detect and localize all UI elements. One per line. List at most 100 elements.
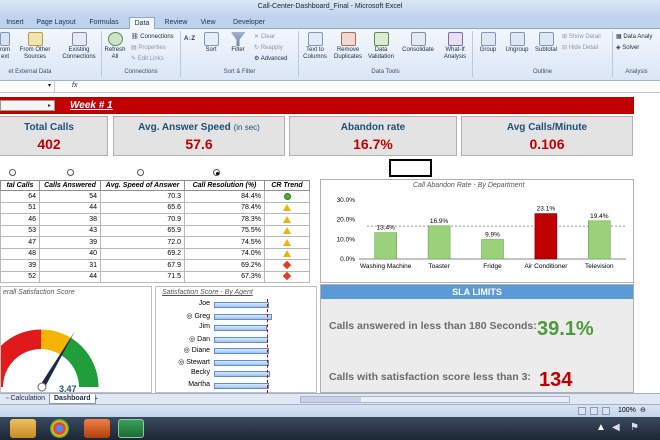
table-cell[interactable]: 71.5: [100, 270, 185, 283]
formula-bar[interactable]: ▾ fx: [0, 81, 660, 93]
media-player-icon[interactable]: [84, 419, 110, 438]
table-cell[interactable]: 43: [39, 224, 101, 237]
insert-function-icon[interactable]: fx: [72, 82, 77, 89]
tab-data[interactable]: Data: [129, 17, 155, 29]
week-dropdown[interactable]: ▸: [0, 100, 55, 111]
connections-button[interactable]: ⛓ Connections: [131, 33, 174, 41]
table-cell[interactable]: 40: [39, 247, 101, 260]
bar[interactable]: [481, 239, 504, 260]
table-cell[interactable]: 53: [0, 224, 40, 237]
radio-icon[interactable]: ◎: [189, 336, 197, 343]
table-cell[interactable]: 48: [0, 247, 40, 260]
advanced-filter-button[interactable]: ⚙ Advanced: [254, 55, 287, 63]
sort-radio-call-resolution[interactable]: [213, 169, 220, 176]
table-cell[interactable]: 84.4%: [184, 190, 265, 203]
radio-icon[interactable]: ◎: [184, 347, 192, 354]
table-cell[interactable]: 65.6: [100, 201, 185, 214]
table-cell[interactable]: 70.3: [100, 190, 185, 203]
sort-button[interactable]: Sort: [201, 32, 221, 54]
sort-radio-speed[interactable]: [137, 169, 144, 176]
bar[interactable]: [427, 225, 451, 260]
table-cell[interactable]: 75.5%: [184, 224, 265, 237]
table-cell[interactable]: 78.4%: [184, 201, 265, 214]
sheet-tab-calculation[interactable]: ▫ Calculation: [2, 394, 49, 404]
trend-cell[interactable]: [264, 201, 310, 214]
tab-view[interactable]: View: [196, 17, 220, 29]
flag-icon[interactable]: ⚑: [630, 422, 642, 434]
group-button[interactable]: Group: [476, 32, 500, 54]
bar[interactable]: [374, 232, 398, 260]
table-cell[interactable]: 78.3%: [184, 213, 265, 226]
trend-cell[interactable]: [264, 247, 310, 260]
normal-view-icon[interactable]: [578, 407, 586, 415]
dropdown-arrow-icon[interactable]: ▸: [48, 102, 51, 109]
selected-cell[interactable]: [389, 159, 432, 177]
table-cell[interactable]: 44: [39, 270, 101, 283]
from-text-button[interactable]: rom ext: [0, 32, 12, 61]
trend-cell[interactable]: [264, 224, 310, 237]
table-cell[interactable]: 38: [39, 213, 101, 226]
zoom-out-icon[interactable]: ⊖: [640, 406, 646, 414]
scrollbar-thumb[interactable]: [301, 397, 361, 402]
show-detail-button[interactable]: ⊞ Show Detail: [562, 33, 601, 41]
table-cell[interactable]: 74.5%: [184, 236, 265, 249]
table-cell[interactable]: 67.3%: [184, 270, 265, 283]
trend-cell[interactable]: [264, 190, 310, 203]
trend-cell[interactable]: [264, 270, 310, 283]
network-icon[interactable]: ▲: [596, 422, 608, 434]
sort-a-z-button[interactable]: A↓Z: [184, 35, 195, 43]
from-other-sources-button[interactable]: From Other Sources: [16, 32, 54, 61]
table-cell[interactable]: 31: [39, 259, 101, 272]
sort-radio-calls-answered[interactable]: [67, 169, 74, 176]
table-cell[interactable]: 46: [0, 213, 40, 226]
page-break-view-icon[interactable]: [602, 407, 610, 415]
trend-cell[interactable]: [264, 236, 310, 249]
page-layout-view-icon[interactable]: [590, 407, 598, 415]
volume-icon[interactable]: ◀: [612, 422, 624, 434]
tab-formulas[interactable]: Formulas: [86, 17, 122, 29]
table-cell[interactable]: 51: [0, 201, 40, 214]
edit-links-button[interactable]: ✎ Edit Links: [131, 55, 164, 63]
file-explorer-icon[interactable]: [10, 419, 36, 438]
refresh-all-button[interactable]: Refresh All: [103, 32, 127, 61]
trend-cell[interactable]: [264, 259, 310, 272]
sheet-tab-dashboard[interactable]: Dashboard: [49, 394, 96, 404]
dropdown-arrow-icon[interactable]: ▾: [48, 82, 51, 89]
tab-developer[interactable]: Developer: [227, 17, 271, 29]
table-cell[interactable]: 54: [39, 190, 101, 203]
ungroup-button[interactable]: Ungroup: [502, 32, 532, 54]
table-cell[interactable]: 65.9: [100, 224, 185, 237]
name-box[interactable]: ▾: [0, 81, 55, 92]
chrome-icon[interactable]: [50, 419, 69, 438]
table-cell[interactable]: 39: [0, 259, 40, 272]
table-cell[interactable]: 72.0: [100, 236, 185, 249]
table-cell[interactable]: 67.9: [100, 259, 185, 272]
table-cell[interactable]: 39: [39, 236, 101, 249]
tab-insert[interactable]: Insert: [2, 17, 28, 29]
bar[interactable]: [587, 220, 611, 260]
table-cell[interactable]: 69.2: [100, 247, 185, 260]
filter-button[interactable]: Filter: [226, 32, 250, 54]
data-analysis-button[interactable]: ▦ Data Analy: [616, 33, 652, 41]
sort-radio-total-calls[interactable]: [9, 169, 16, 176]
horizontal-scrollbar[interactable]: [300, 396, 570, 403]
data-validation-button[interactable]: Data Validation: [366, 32, 396, 61]
table-cell[interactable]: 74.0%: [184, 247, 265, 260]
subtotal-button[interactable]: Subtotal: [532, 32, 560, 54]
tab-review[interactable]: Review: [161, 17, 191, 29]
clear-filter-button[interactable]: ✕ Clear: [254, 33, 275, 41]
zoom-level[interactable]: 100%: [618, 407, 636, 414]
bar[interactable]: [534, 213, 558, 260]
trend-cell[interactable]: [264, 213, 310, 226]
hide-detail-button[interactable]: ⊟ Hide Detail: [562, 44, 598, 52]
what-if-analysis-button[interactable]: What-If Analysis: [440, 32, 470, 61]
consolidate-button[interactable]: Consolidate: [398, 32, 438, 54]
solver-button[interactable]: ◈ Solver: [616, 44, 639, 52]
properties-button[interactable]: ▤ Properties: [131, 44, 166, 52]
remove-duplicates-button[interactable]: Remove Duplicates: [331, 32, 365, 61]
excel-icon[interactable]: [118, 419, 144, 438]
insert-sheet-icon[interactable]: ▸: [95, 395, 98, 402]
table-cell[interactable]: 69.2%: [184, 259, 265, 272]
table-cell[interactable]: 44: [39, 201, 101, 214]
table-cell[interactable]: 47: [0, 236, 40, 249]
